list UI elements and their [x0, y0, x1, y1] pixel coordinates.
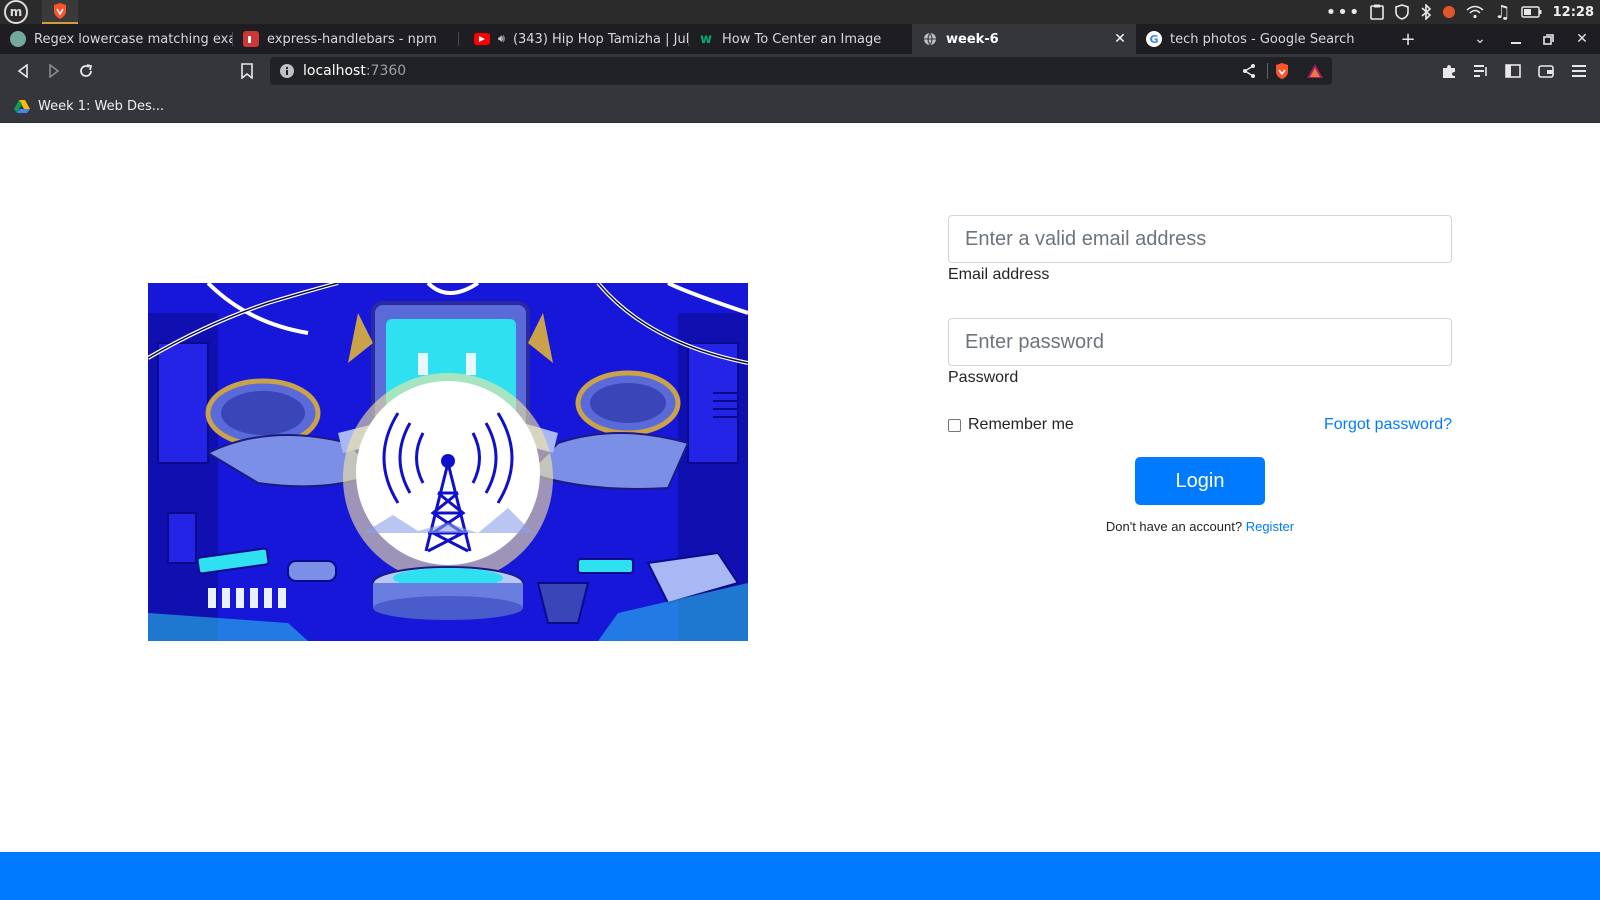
os-clock[interactable]: 12:28 [1553, 5, 1594, 20]
bookmark-icon[interactable] [236, 60, 258, 82]
brave-update-icon[interactable] [1442, 5, 1456, 19]
google-icon: G [1146, 31, 1162, 47]
url-host: localhost [303, 63, 366, 79]
clipboard-icon[interactable] [1370, 4, 1385, 20]
overflow-dots-icon[interactable]: ••• [1326, 2, 1361, 23]
address-divider [1267, 63, 1268, 79]
tab-title: How To Center an Image [722, 31, 882, 47]
reload-icon[interactable] [75, 60, 97, 82]
youtube-icon [474, 33, 490, 45]
tab-google-search[interactable]: G tech photos - Google Search [1136, 24, 1368, 54]
back-icon[interactable] [12, 60, 34, 82]
remember-me[interactable]: Remember me [948, 416, 1074, 434]
os-top-panel: m ••• ♫ 12:28 [0, 0, 1600, 24]
w3-icon: w [699, 31, 712, 47]
tab-strip: Regex lowercase matching exam express-ha… [0, 24, 1600, 54]
tab-week-6[interactable]: week-6 ✕ [912, 24, 1136, 54]
globe-icon [922, 31, 938, 47]
playlist-icon[interactable] [1470, 60, 1492, 82]
google-drive-icon [14, 99, 30, 113]
hero-illustration [148, 283, 748, 641]
bluetooth-icon[interactable] [1420, 4, 1432, 20]
menu-icon[interactable] [1568, 60, 1590, 82]
share-icon[interactable] [1242, 63, 1256, 79]
tab-title: Regex lowercase matching exam [34, 31, 232, 47]
tab-title: express-handlebars - npm [267, 31, 437, 47]
login-button[interactable]: Login [1135, 457, 1265, 505]
tab-title: (343) Hip Hop Tamizha | Juket [512, 31, 688, 47]
browser-toolbar: localhost:7360 [0, 54, 1600, 88]
forgot-password-link[interactable]: Forgot password? [1324, 416, 1452, 434]
bookmark-label: Week 1: Web Des... [38, 98, 165, 114]
tab-youtube[interactable]: 🔊︎ (343) Hip Hop Tamizha | Juket [464, 24, 688, 54]
url-port: :7360 [365, 63, 407, 79]
os-menu-icon[interactable]: m [4, 0, 28, 24]
bookmarks-bar: Week 1: Web Des... [0, 88, 1600, 123]
tab-title: week-6 [946, 31, 999, 47]
remember-checkbox[interactable] [948, 418, 961, 432]
wifi-icon[interactable] [1466, 5, 1484, 19]
brave-shields-icon[interactable] [1274, 62, 1290, 80]
email-input[interactable] [948, 215, 1452, 263]
address-bar[interactable]: localhost:7360 [270, 57, 1332, 85]
tab-express-handlebars[interactable]: express-handlebars - npm [233, 24, 458, 54]
register-line: Don't have an account? Register [948, 519, 1452, 534]
audio-playing-icon[interactable]: 🔊︎ [498, 32, 505, 46]
close-window-icon[interactable]: ✕ [1572, 29, 1592, 49]
shield-icon[interactable] [1394, 4, 1410, 20]
sidebar-icon[interactable] [1502, 60, 1524, 82]
email-label: Email address [948, 266, 1050, 283]
site-info-icon[interactable] [279, 63, 295, 79]
music-icon[interactable]: ♫ [1494, 2, 1510, 23]
restore-icon[interactable] [1538, 29, 1558, 49]
password-input[interactable] [948, 318, 1452, 366]
extensions-icon[interactable] [1438, 60, 1460, 82]
openai-icon [10, 31, 26, 47]
minimize-icon[interactable] [1506, 29, 1526, 49]
remember-label: Remember me [968, 416, 1074, 433]
register-link[interactable]: Register [1246, 519, 1294, 534]
tab-search-chevron-icon[interactable]: ⌄ [1470, 29, 1490, 49]
wallet-icon[interactable] [1535, 60, 1557, 82]
tab-center-image[interactable]: w How To Center an Image [688, 24, 912, 54]
forward-icon[interactable] [43, 60, 65, 82]
brave-taskbar-icon[interactable] [42, 0, 78, 24]
tab-title: tech photos - Google Search [1170, 31, 1355, 47]
brave-rewards-icon[interactable] [1306, 63, 1324, 79]
url-text[interactable]: localhost:7360 [303, 63, 406, 79]
footer-bar [0, 852, 1600, 900]
password-label: Password [948, 369, 1019, 386]
login-form: Email address Password Remember me Forgo… [948, 215, 1452, 534]
close-tab-icon[interactable]: ✕ [1112, 31, 1128, 47]
page-content: Email address Password Remember me Forgo… [0, 123, 1600, 900]
register-prompt: Don't have an account? [1105, 519, 1243, 534]
new-tab-icon[interactable]: + [1398, 29, 1418, 50]
battery-icon[interactable] [1520, 5, 1543, 19]
bookmark-week-1[interactable]: Week 1: Web Des... [14, 96, 164, 116]
tab-regex[interactable]: Regex lowercase matching exam [0, 24, 232, 54]
npm-icon [243, 31, 259, 47]
